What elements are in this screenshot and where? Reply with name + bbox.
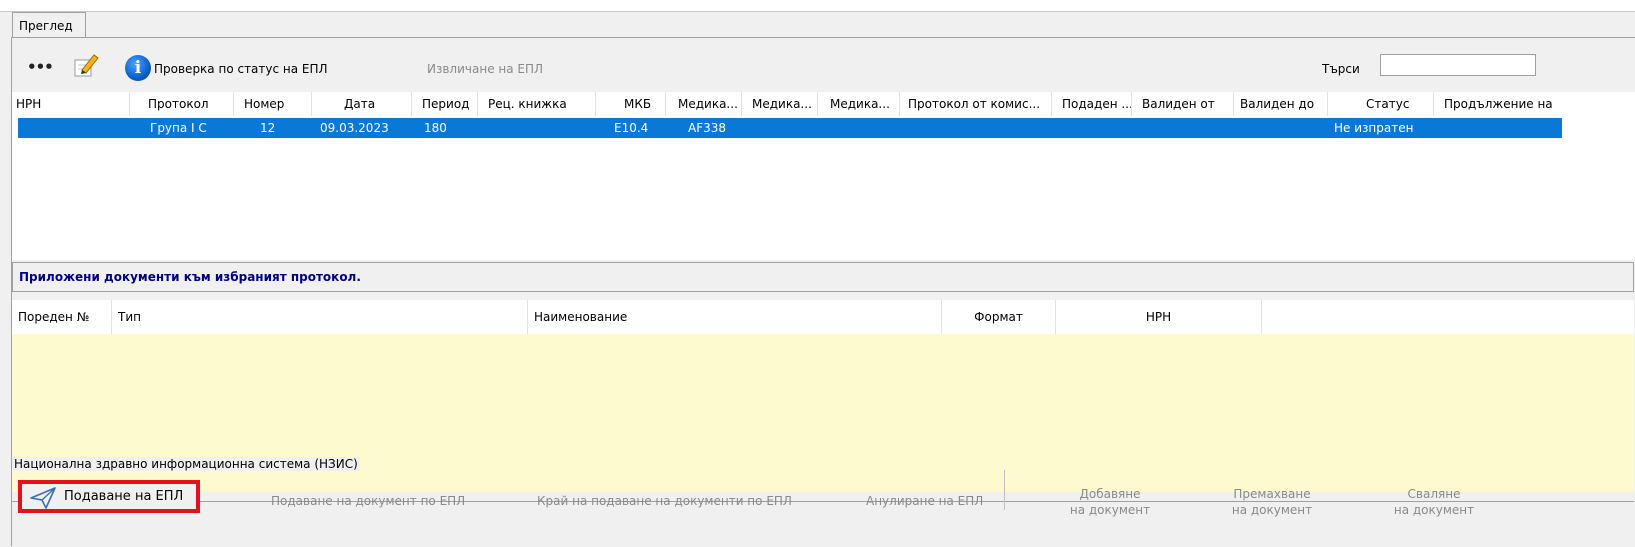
info-icon[interactable]: i: [125, 55, 151, 81]
column-header[interactable]: Тип: [112, 300, 528, 334]
download-document-label-line2: на документ: [1393, 503, 1475, 517]
submit-epl-label: Подаване на ЕПЛ: [64, 489, 184, 504]
remove-document-button[interactable]: Премахване на документ: [1224, 486, 1320, 518]
nzis-group-legend: Национална здравно информационна система…: [12, 457, 360, 471]
cell-number: 12: [260, 121, 276, 135]
column-header[interactable]: Пореден №: [12, 300, 112, 334]
more-icon[interactable]: •••: [27, 58, 54, 76]
column-header[interactable]: Наименование: [528, 300, 942, 334]
column-header[interactable]: Подаден ...: [1052, 92, 1132, 116]
cell-status: Не изпратен: [1334, 121, 1414, 135]
submit-epl-button[interactable]: Подаване на ЕПЛ: [18, 480, 200, 513]
cell-date: 09.03.2023: [320, 121, 389, 135]
remove-document-label-line1: Премахване: [1233, 487, 1311, 501]
group-separator: [1004, 470, 1005, 510]
column-header[interactable]: Дата: [312, 92, 412, 116]
cell-medication: AF338: [688, 121, 727, 135]
column-header[interactable]: МКБ: [596, 92, 666, 116]
cell-period: 180: [424, 121, 447, 135]
window-top-strip: [0, 0, 1635, 12]
column-header[interactable]: Медика...: [666, 92, 742, 116]
column-header[interactable]: Медика...: [742, 92, 818, 116]
edit-icon[interactable]: [72, 52, 100, 78]
remove-document-label-line2: на документ: [1231, 503, 1313, 517]
column-header[interactable]: Статус: [1328, 92, 1434, 116]
download-document-label-line1: Сваляне: [1407, 487, 1461, 501]
send-plane-icon: [30, 487, 56, 512]
column-header[interactable]: НРН: [12, 92, 130, 116]
search-input[interactable]: [1380, 54, 1536, 76]
column-header[interactable]: Медика...: [818, 92, 900, 116]
cell-mkb: E10.4: [614, 121, 649, 135]
attachments-table-header: Пореден № Тип Наименование Формат НРН: [12, 300, 1634, 334]
attachments-title: Приложени документи към избраният проток…: [12, 262, 1634, 292]
tab-overview-label: Преглед: [19, 19, 73, 33]
toolbar: ••• i Проверка по статус на ЕПЛ Извличан…: [12, 38, 1635, 92]
add-document-label-line2: на документ: [1069, 503, 1151, 517]
column-header[interactable]: Протокол: [130, 92, 234, 116]
tab-overview[interactable]: Преглед: [12, 12, 86, 38]
extract-epl-button[interactable]: Извличане на ЕПЛ: [427, 62, 543, 76]
column-header[interactable]: Формат: [942, 300, 1056, 334]
search-label: Търси: [1322, 62, 1360, 76]
column-header[interactable]: НРН: [1056, 300, 1262, 334]
column-header[interactable]: Период: [412, 92, 478, 116]
column-header[interactable]: Протокол от комис...: [900, 92, 1052, 116]
add-document-button[interactable]: Добавяне на документ: [1062, 486, 1158, 518]
end-submit-documents-button[interactable]: Край на подаване на документи по ЕПЛ: [537, 494, 792, 508]
check-status-button[interactable]: Проверка по статус на ЕПЛ: [154, 62, 328, 76]
download-document-button[interactable]: Сваляне на документ: [1386, 486, 1482, 518]
column-header[interactable]: Номер: [234, 92, 312, 116]
column-header[interactable]: Рец. книжка: [478, 92, 596, 116]
column-header[interactable]: Валиден от: [1132, 92, 1234, 116]
add-document-label-line1: Добавяне: [1079, 487, 1141, 501]
protocols-table: НРН Протокол Номер Дата Период Рец. книж…: [12, 92, 1635, 260]
column-header[interactable]: Валиден до: [1234, 92, 1328, 116]
column-header[interactable]: Продължение на: [1434, 92, 1574, 116]
submit-document-button[interactable]: Подаване на документ по ЕПЛ: [271, 494, 465, 508]
cell-protocol: Група I C: [150, 121, 207, 135]
table-row[interactable]: Група I C 12 09.03.2023 180 E10.4 AF338 …: [18, 118, 1562, 138]
annul-epl-button[interactable]: Анулиране на ЕПЛ: [866, 494, 983, 508]
